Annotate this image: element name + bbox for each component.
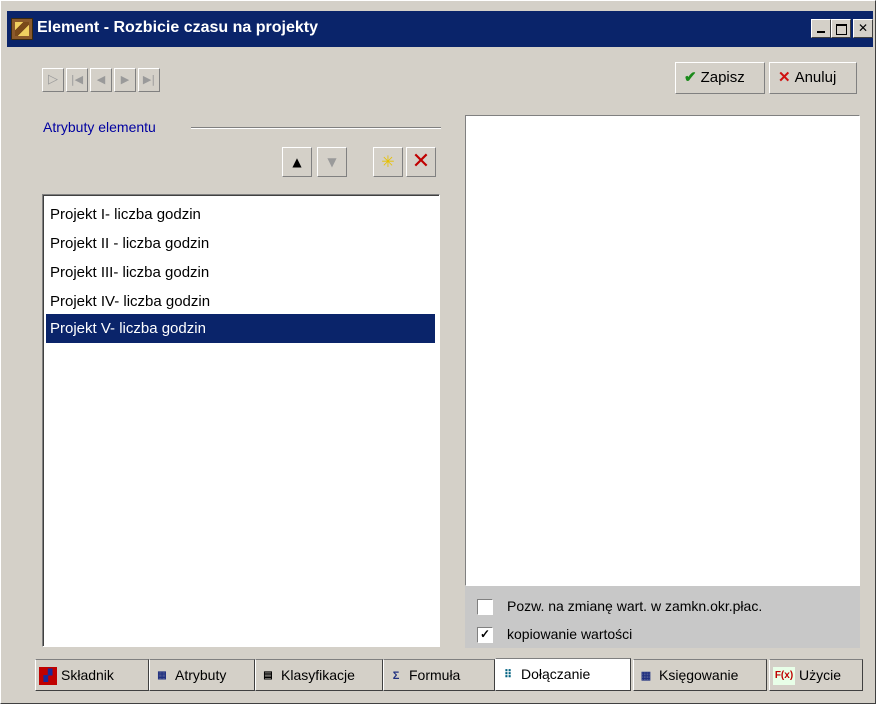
- copy-values-label: kopiowanie wartości: [507, 626, 633, 642]
- tab-label: Składnik: [61, 667, 114, 683]
- minimize-icon: [817, 31, 825, 33]
- save-button[interactable]: ✔ Zapisz: [675, 62, 765, 94]
- maximize-icon: [835, 24, 847, 35]
- new-star-icon: ✳: [381, 152, 395, 171]
- group-divider: [191, 127, 441, 129]
- list-item[interactable]: Projekt IV- liczba godzin: [46, 287, 435, 316]
- detail-panel: [465, 115, 860, 586]
- attributes-icon: ▦: [157, 670, 167, 682]
- maximize-button[interactable]: [831, 19, 851, 38]
- attach-icon: ⠿: [503, 669, 513, 682]
- prev-icon: ◀: [96, 73, 106, 86]
- tab-label: Księgowanie: [659, 667, 739, 683]
- list-item[interactable]: Projekt I- liczba godzin: [46, 200, 435, 229]
- tab-uzycie[interactable]: F(x) Użycie: [769, 659, 863, 691]
- previous-button[interactable]: ◀: [90, 68, 112, 92]
- minimize-button[interactable]: [811, 19, 831, 38]
- first-icon: |◀: [70, 73, 84, 86]
- list-item[interactable]: Projekt II - liczba godzin: [46, 229, 435, 258]
- tab-label: Dołączanie: [521, 666, 591, 682]
- tab-atrybuty[interactable]: ▦ Atrybuty: [149, 659, 255, 691]
- arrow-down-icon: ▼: [327, 155, 337, 169]
- tab-label: Użycie: [799, 667, 842, 683]
- cancel-x-icon: ✕: [778, 69, 791, 86]
- delete-attribute-button[interactable]: ✕: [406, 147, 436, 177]
- save-label: Zapisz: [700, 69, 745, 86]
- last-button[interactable]: ▶|: [138, 68, 160, 92]
- close-button[interactable]: ✕: [853, 19, 873, 38]
- list-item[interactable]: Projekt III- liczba godzin: [46, 258, 435, 287]
- usage-icon: F(x): [773, 667, 795, 686]
- delete-x-icon: ✕: [411, 149, 431, 174]
- tab-label: Klasyfikacje: [281, 667, 355, 683]
- first-record-icon: ▷: [48, 72, 58, 87]
- tab-label: Formuła: [409, 667, 461, 683]
- dialog-window: Element - Rozbicie czasu na projekty ✕ ▷…: [0, 0, 876, 704]
- close-icon: ✕: [857, 21, 869, 35]
- tab-dolaczanie[interactable]: ⠿ Dołączanie: [495, 658, 631, 691]
- tab-ksiegowanie[interactable]: ▦ Księgowanie: [633, 659, 767, 691]
- checkbox-checked-icon: ✓: [477, 627, 493, 644]
- options-panel: Pozw. na zmianę wart. w zamkn.okr.płac. …: [465, 586, 860, 648]
- list-item-selected[interactable]: Projekt V- liczba godzin: [46, 314, 435, 343]
- copy-values-checkbox[interactable]: ✓ kopiowanie wartości: [477, 625, 632, 645]
- tab-klasyfikacje[interactable]: ▤ Klasyfikacje: [255, 659, 383, 691]
- first-button[interactable]: |◀: [66, 68, 88, 92]
- allow-change-checkbox[interactable]: Pozw. na zmianę wart. w zamkn.okr.płac.: [477, 597, 762, 617]
- window-title: Element - Rozbicie czasu na projekty: [37, 19, 318, 36]
- formula-icon: Σ: [392, 670, 400, 683]
- check-icon: ✔: [684, 69, 697, 86]
- new-record-button[interactable]: ▷: [42, 68, 64, 92]
- attributes-list-inner: Projekt I- liczba godzin Projekt II - li…: [43, 195, 439, 646]
- cancel-button[interactable]: ✕ Anuluj: [769, 62, 857, 94]
- tab-skladnik[interactable]: ▞ Składnik: [35, 659, 149, 691]
- attributes-list[interactable]: Projekt I- liczba godzin Projekt II - li…: [42, 194, 440, 647]
- tab-formula[interactable]: Σ Formuła: [383, 659, 495, 691]
- tab-label: Atrybuty: [175, 667, 227, 683]
- cancel-label: Anuluj: [794, 69, 837, 86]
- next-button[interactable]: ▶: [114, 68, 136, 92]
- move-down-button[interactable]: ▼: [317, 147, 347, 177]
- checkbox-unchecked-icon: [477, 599, 493, 616]
- title-bar[interactable]: Element - Rozbicie czasu na projekty ✕: [7, 11, 873, 47]
- add-attribute-button[interactable]: ✳: [373, 147, 403, 177]
- arrow-up-icon: ▲: [292, 155, 302, 169]
- last-icon: ▶|: [142, 73, 156, 86]
- component-icon: ▞: [39, 667, 57, 686]
- accounting-icon: ▦: [640, 670, 652, 683]
- allow-change-label: Pozw. na zmianę wart. w zamkn.okr.płac.: [507, 598, 763, 614]
- next-icon: ▶: [120, 73, 130, 86]
- move-up-button[interactable]: ▲: [282, 147, 312, 177]
- app-icon: [11, 18, 33, 40]
- attributes-group-label: Atrybuty elementu: [43, 119, 156, 135]
- classification-icon: ▤: [263, 670, 273, 682]
